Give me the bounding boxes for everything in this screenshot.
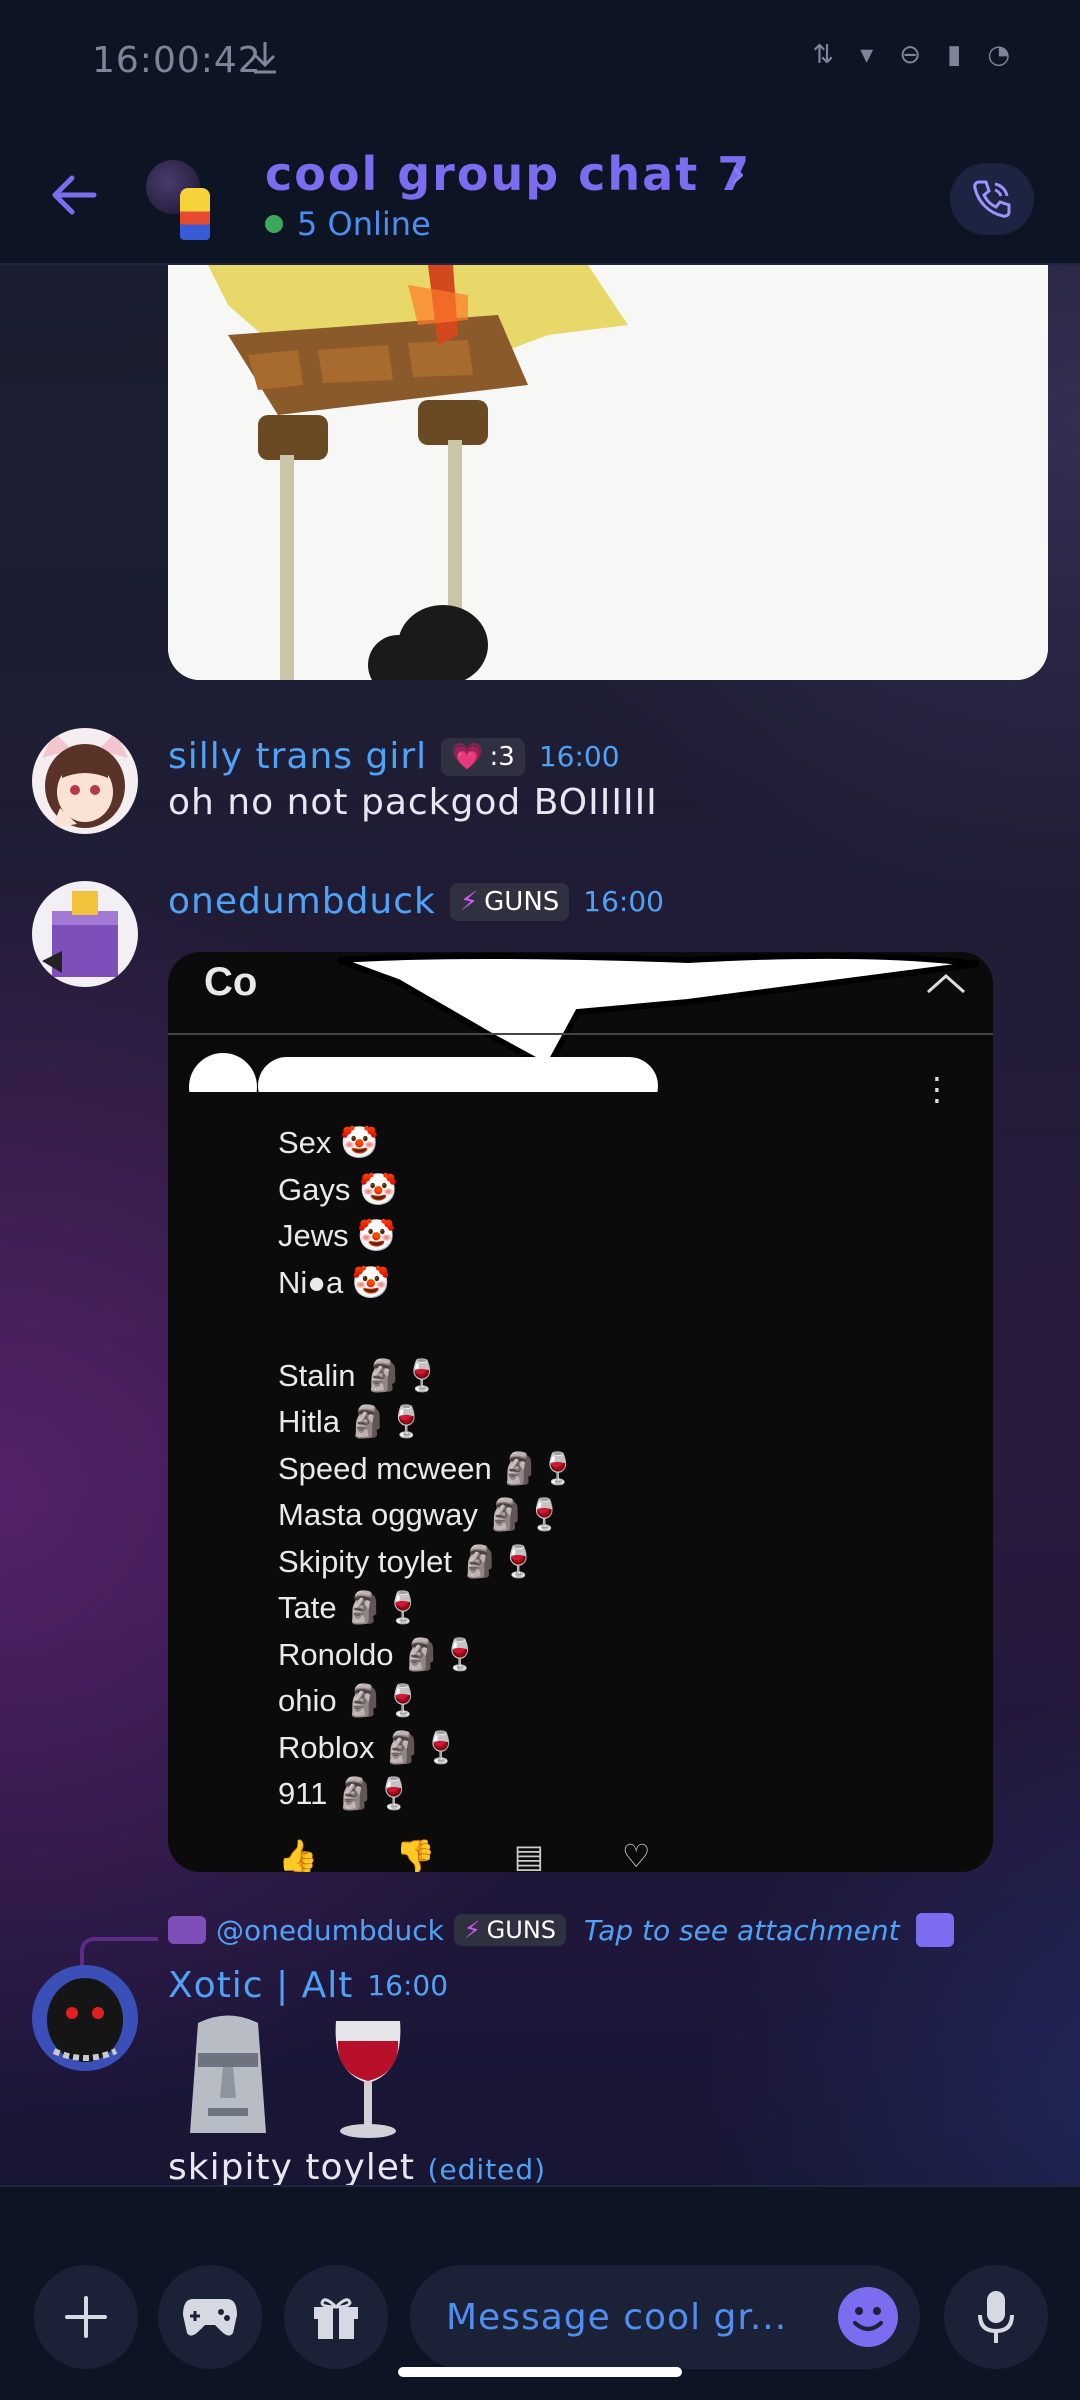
role-tag-label: GUNS bbox=[484, 886, 560, 917]
phone-icon bbox=[973, 180, 1011, 218]
purple-cube-avatar bbox=[32, 881, 138, 987]
reply-role-tag-label: GUNS bbox=[486, 1916, 557, 1944]
back-arrow-icon[interactable] bbox=[44, 165, 104, 225]
author-name[interactable]: silly trans girl bbox=[168, 736, 427, 777]
avatar[interactable] bbox=[32, 1965, 138, 2071]
reply-connector bbox=[80, 1937, 158, 1967]
author-name[interactable]: onedumbduck bbox=[168, 881, 436, 922]
author-name[interactable]: Xotic | Alt bbox=[168, 1965, 353, 2006]
plus-icon bbox=[65, 2296, 107, 2338]
voice-message-button[interactable] bbox=[944, 2265, 1048, 2369]
message-header: onedumbduck ⚡ GUNS 16:00 bbox=[168, 881, 664, 922]
thumbs-up-icon: 👍 bbox=[278, 1837, 318, 1872]
reply-mention[interactable]: @onedumbduck bbox=[216, 1914, 444, 1947]
microphone-icon bbox=[978, 2291, 1014, 2343]
spongebob-image bbox=[168, 265, 1048, 680]
message-item[interactable]: silly trans girl 💗 :3 16:00 oh no not pa… bbox=[0, 728, 1080, 848]
reply-hint[interactable]: Tap to see attachment bbox=[584, 1914, 900, 1947]
attachment-line: ohio 🗿🍷 bbox=[278, 1683, 423, 1718]
message-header: Xotic | Alt 16:00 bbox=[168, 1965, 448, 2006]
role-tag[interactable]: 💗 :3 bbox=[441, 737, 525, 776]
gamepad-icon bbox=[183, 2299, 237, 2336]
timestamp: 16:00 bbox=[367, 1969, 449, 2002]
emoji-picker-button[interactable] bbox=[838, 2287, 898, 2347]
signal-icon: ▮ bbox=[947, 40, 962, 70]
role-tag-label: :3 bbox=[489, 741, 515, 772]
message-header: silly trans girl 💗 :3 16:00 bbox=[168, 736, 620, 777]
attachment-line: Tate 🗿🍷 bbox=[278, 1590, 423, 1625]
add-button[interactable] bbox=[34, 2265, 138, 2369]
voice-call-button[interactable] bbox=[950, 163, 1034, 235]
chevron-right-icon[interactable]: › bbox=[730, 151, 746, 197]
attachment-line: Skipity toylet 🗿🍷 bbox=[278, 1543, 538, 1579]
dnd-icon: ⊖ bbox=[899, 40, 921, 70]
gift-button[interactable] bbox=[284, 2265, 388, 2369]
wolf-avatar bbox=[32, 1965, 138, 2071]
attachment-line: Ronoldo 🗿🍷 bbox=[278, 1636, 480, 1672]
group-avatar[interactable] bbox=[140, 150, 220, 240]
attachment-line: Masta oggway 🗿🍷 bbox=[278, 1497, 564, 1532]
attachment-line: Gays 🤡 bbox=[278, 1171, 398, 1207]
activities-button[interactable] bbox=[158, 2265, 262, 2369]
avatar[interactable] bbox=[32, 728, 138, 834]
moai-emoji bbox=[178, 2013, 278, 2147]
status-bar: 16:00:42 ⇅ ▾ ⊖ ▮ ◔ bbox=[0, 0, 1080, 125]
attachment-line: Stalin 🗿🍷 bbox=[278, 1357, 442, 1393]
comment-icon: ▤ bbox=[513, 1837, 544, 1872]
avatar[interactable] bbox=[32, 881, 138, 987]
heart-icon: 💗 bbox=[451, 741, 484, 772]
message-text: oh no not packgod BOIIIIII bbox=[168, 782, 658, 823]
message-input-placeholder: Message cool gr... bbox=[446, 2296, 788, 2338]
attachment-line: Sex 🤡 bbox=[278, 1125, 379, 1160]
reply-preview[interactable]: @onedumbduck ⚡ GUNS Tap to see attachmen… bbox=[168, 1913, 954, 1947]
download-icon bbox=[254, 42, 276, 74]
attachment-line: 911 🗿🍷 bbox=[278, 1776, 414, 1811]
lightning-icon: ⚡ bbox=[459, 886, 479, 917]
attachment-line: Ni●a 🤡 bbox=[278, 1264, 391, 1300]
online-status: 5 Online bbox=[265, 205, 431, 243]
reply-avatar bbox=[168, 1916, 206, 1944]
image-icon bbox=[915, 1913, 954, 1947]
message-text: skipity toylet (edited) bbox=[168, 2147, 546, 2185]
message-item[interactable]: onedumbduck ⚡ GUNS 16:00 bbox=[0, 881, 1080, 987]
attachment-line: Jews 🤡 bbox=[278, 1218, 396, 1253]
reply-role-tag: ⚡ GUNS bbox=[453, 1914, 567, 1946]
attachment-action-row: 👍 👎 ▤ ♡ bbox=[278, 1837, 651, 1872]
avatar-bart-figure bbox=[180, 188, 210, 240]
status-time: 16:00:42 bbox=[92, 40, 262, 81]
wifi-icon: ▾ bbox=[860, 40, 874, 70]
wine-glass-emoji bbox=[318, 2013, 418, 2147]
chat-title[interactable]: cool group chat 7 bbox=[265, 147, 751, 201]
home-indicator[interactable] bbox=[398, 2367, 682, 2377]
heart-icon: ♡ bbox=[621, 1837, 651, 1872]
attachment-line: Roblox 🗿🍷 bbox=[278, 1729, 461, 1765]
attachment-line: Hitla 🗿🍷 bbox=[278, 1404, 426, 1439]
timestamp: 16:00 bbox=[583, 885, 664, 918]
smiley-icon bbox=[853, 2307, 883, 2331]
more-vertical-icon: ⋮ bbox=[921, 1070, 953, 1108]
image-attachment[interactable]: Co ⋮ Sex 🤡 Gays 🤡 Jews 🤡 Ni●a 🤡 Stalin 🗿🍷 Hit… bbox=[168, 952, 993, 1872]
online-dot-icon bbox=[265, 215, 283, 233]
attachment-line: Speed mcween 🗿🍷 bbox=[278, 1450, 578, 1486]
gift-icon bbox=[314, 2298, 358, 2339]
chat-header: cool group chat 7 › 5 Online bbox=[0, 125, 1080, 265]
anime-girl-avatar bbox=[32, 728, 138, 834]
timestamp: 16:00 bbox=[538, 740, 620, 773]
thumbs-down-icon: 👎 bbox=[395, 1837, 436, 1872]
role-tag[interactable]: ⚡ GUNS bbox=[449, 882, 570, 921]
message-list[interactable]: silly trans girl 💗 :3 16:00 oh no not pa… bbox=[0, 265, 1080, 2185]
battery-icon: ◔ bbox=[987, 40, 1010, 70]
speech-bubble-drawing bbox=[168, 952, 993, 1092]
edited-label: (edited) bbox=[427, 2153, 547, 2185]
message-body: skipity toylet bbox=[168, 2147, 416, 2185]
online-count: 5 Online bbox=[297, 205, 431, 243]
lightning-icon: ⚡ bbox=[463, 1916, 481, 1944]
status-icons: ⇅ ▾ ⊖ ▮ ◔ bbox=[812, 40, 1010, 70]
image-attachment[interactable] bbox=[168, 265, 1048, 680]
network-icon: ⇅ bbox=[812, 40, 835, 70]
